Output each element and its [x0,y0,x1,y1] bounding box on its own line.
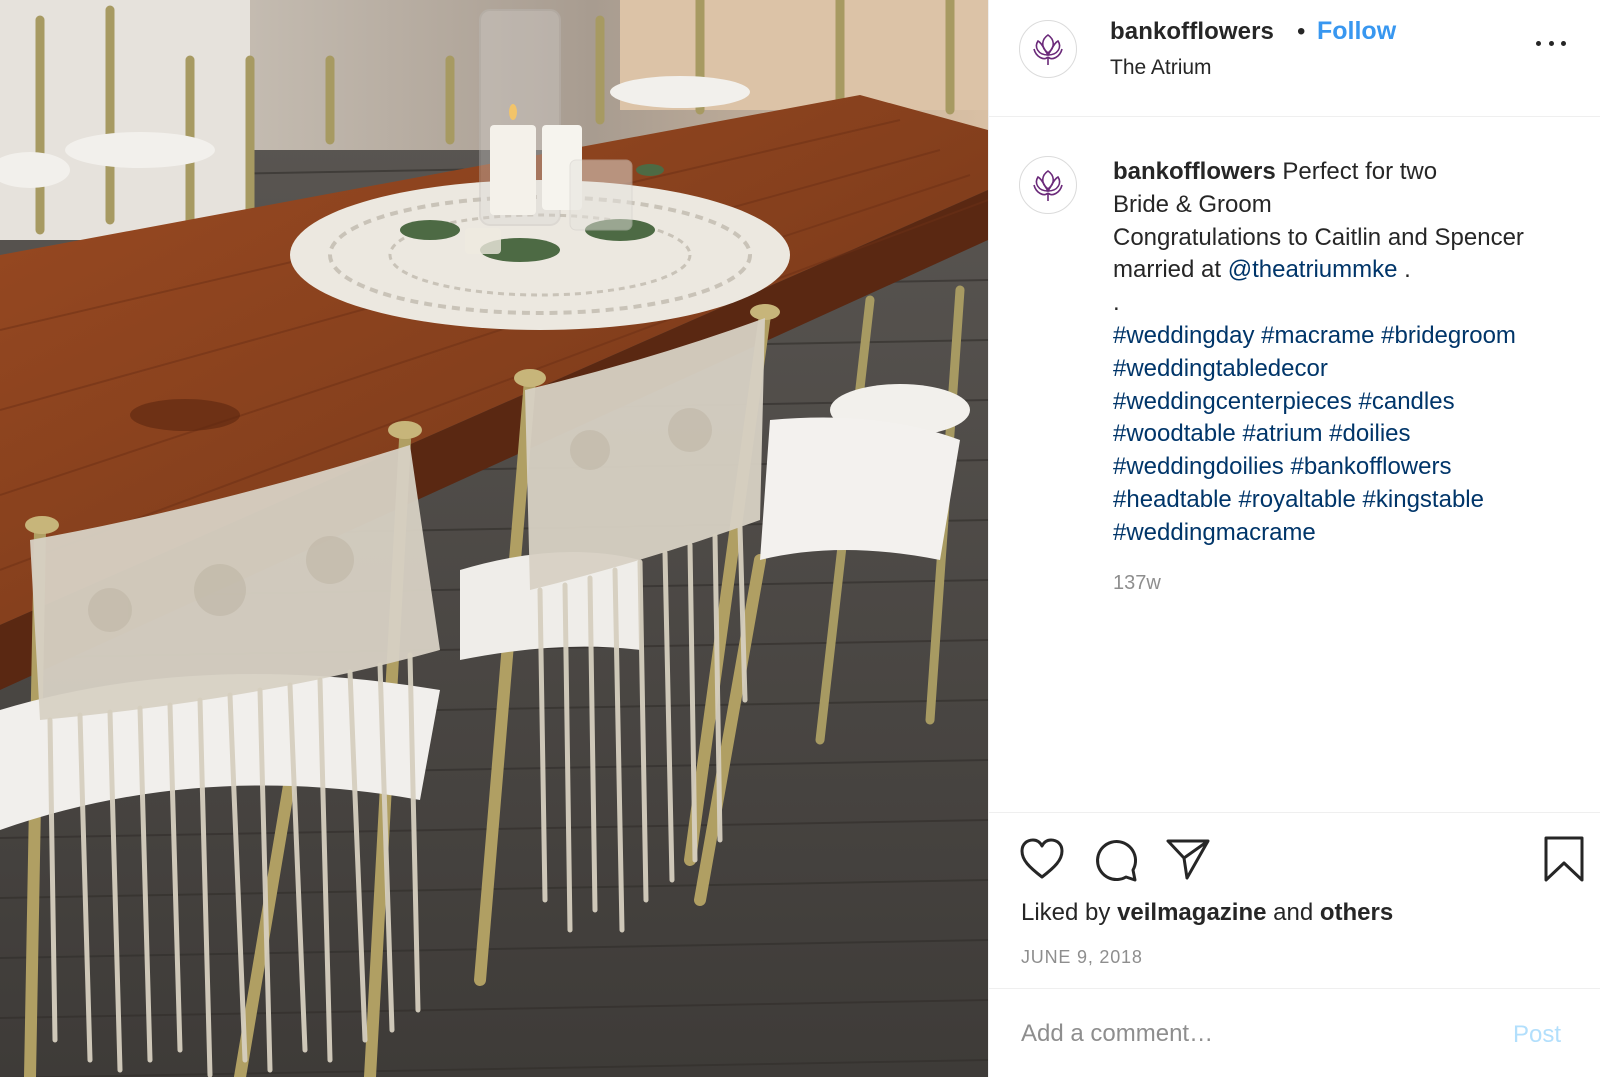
caption-text: Bride & Groom [1113,190,1272,218]
caption-username[interactable]: bankofflowers [1113,158,1276,185]
more-options-icon[interactable] [1536,28,1566,58]
liked-by-text: Liked by veilmagazine and others [1021,899,1393,927]
hashtag-link[interactable]: #kingstable [1363,486,1484,513]
liked-by-others-link[interactable]: others [1320,899,1393,926]
hashtag-link[interactable]: #doilies [1329,420,1410,447]
more-dot [1548,40,1554,46]
comment-bar: Post [989,988,1600,1077]
caption-avatar[interactable] [1019,156,1077,214]
post-location[interactable]: The Atrium [1110,56,1212,80]
hashtag-link[interactable]: #macrame [1261,322,1374,349]
liked-by-user-link[interactable]: veilmagazine [1117,899,1266,926]
separator-dot: • [1297,18,1306,45]
caption-text: Perfect for two [1282,158,1438,185]
hashtag-link[interactable]: #woodtable [1113,420,1236,447]
hashtag-link[interactable]: #royaltable [1238,486,1355,513]
hashtag-line: #headtable #royaltable #kingstable [1113,484,1583,517]
post-caption: bankofflowers Perfect for two Bride & Gr… [1113,156,1583,550]
flower-logo-icon [1033,170,1063,201]
liked-by-prefix: Liked by [1021,899,1111,926]
bookmark-icon[interactable] [1543,835,1585,883]
hashtag-link[interactable]: #weddingtabledecor [1113,355,1328,382]
post-header: bankofflowers • Follow The Atrium [989,0,1600,117]
caption-line: married at @theatriummke . [1113,254,1583,287]
hashtag-link[interactable]: #weddingmacrame [1113,519,1316,546]
hashtag-link[interactable]: #weddingdoilies [1113,453,1284,480]
post-actions: Liked by veilmagazine and others JUNE 9,… [989,812,1600,988]
hashtag-line: #weddingdoilies #bankofflowers [1113,451,1583,484]
wedding-table-photo [0,0,988,1077]
hashtag-link[interactable]: #candles [1359,388,1455,415]
caption-text: Congratulations to Caitlin and Spencer [1113,223,1524,251]
flower-logo-icon [1033,34,1063,65]
more-dot [1561,40,1566,46]
hashtag-line: #weddingcenterpieces #candles [1113,386,1583,419]
post-details-panel: bankofflowers • Follow The Atrium bankof… [988,0,1600,1077]
caption-line: bankofflowers Perfect for two [1113,156,1583,189]
hashtag-line: #weddingmacrame [1113,517,1583,550]
post-comment-button[interactable]: Post [1513,1021,1561,1049]
hashtag-link[interactable]: #bankofflowers [1290,453,1451,480]
hashtag-line: #woodtable #atrium #doilies [1113,418,1583,451]
comment-icon[interactable] [1093,837,1139,883]
follow-button[interactable]: Follow [1317,17,1396,46]
liked-by-and: and [1273,899,1314,926]
caption-text: . [1404,256,1411,284]
caption-section: bankofflowers Perfect for two Bride & Gr… [989,118,1600,811]
hashtag-line: #weddingtabledecor [1113,353,1583,386]
comment-input[interactable] [1021,1015,1501,1053]
share-icon[interactable] [1165,837,1211,881]
hashtag-link[interactable]: #headtable [1113,486,1232,513]
mention-link[interactable]: @theatriummke [1228,256,1398,283]
caption-text: . [1113,289,1120,317]
heart-icon[interactable] [1019,837,1065,881]
hashtag-link[interactable]: #weddingday [1113,322,1254,349]
post-time-ago[interactable]: 137w [1113,572,1161,595]
post-date[interactable]: JUNE 9, 2018 [1021,947,1143,968]
caption-text: married at [1113,256,1222,284]
more-dot [1536,40,1541,46]
avatar[interactable] [1019,20,1077,78]
hashtag-line: #weddingday #macrame #bridegroom [1113,320,1583,353]
hashtag-link[interactable]: #bridegroom [1381,322,1516,349]
hashtag-link[interactable]: #atrium [1242,420,1322,447]
post-author-username[interactable]: bankofflowers [1110,18,1274,46]
hashtag-link[interactable]: #weddingcenterpieces [1113,388,1352,415]
post-photo[interactable] [0,0,988,1077]
